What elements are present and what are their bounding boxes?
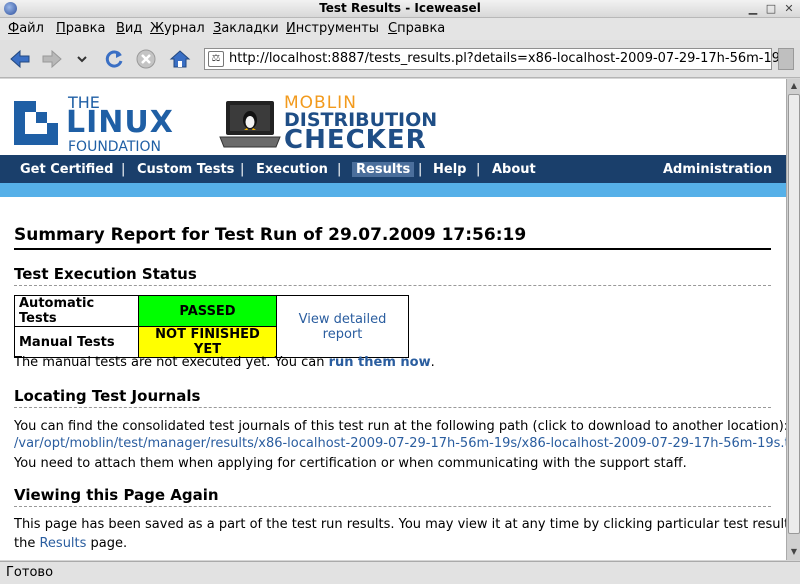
nav-separator: | xyxy=(418,162,423,177)
journals-path-wrap: /var/opt/moblin/test/manager/results/x86… xyxy=(14,436,786,451)
view-detailed-report-link[interactable]: View detailed report xyxy=(299,312,387,342)
forward-arrow-icon[interactable] xyxy=(40,47,64,71)
logo-linux-text: LINUX xyxy=(66,105,174,140)
menu-edit[interactable]: Правка xyxy=(56,21,105,36)
journals-text: You can find the consolidated test journ… xyxy=(14,419,786,434)
product-checker: CHECKER xyxy=(284,125,427,155)
view-again-pre: the xyxy=(14,536,40,551)
site-nav: Get Certified | Custom Tests | Execution… xyxy=(0,155,786,183)
run-them-now-link[interactable]: run them now xyxy=(329,355,431,370)
results-page-link[interactable]: Results xyxy=(39,536,86,551)
section-heading-journals: Locating Test Journals xyxy=(14,387,201,405)
linux-foundation-mark-icon xyxy=(14,101,58,145)
nav-get-certified[interactable]: Get Certified xyxy=(20,162,113,177)
auto-tests-label: Automatic Tests xyxy=(14,295,139,327)
auto-tests-status: PASSED xyxy=(138,295,277,327)
section-divider xyxy=(14,285,771,286)
section-heading-view-again: Viewing this Page Again xyxy=(14,486,219,504)
home-icon[interactable] xyxy=(168,47,192,71)
journals-download-link[interactable]: /var/opt/moblin/test/manager/results/x86… xyxy=(14,436,786,451)
manual-tests-status: NOT FINISHED YET xyxy=(138,326,277,358)
close-icon[interactable]: ✕ xyxy=(782,2,796,16)
laptop-tux-icon xyxy=(219,101,281,148)
address-bar-edge xyxy=(778,48,794,70)
page-viewport: THE LINUX FOUNDATION MOBLIN DISTRIBUTION… xyxy=(0,79,786,560)
url-text[interactable]: http://localhost:8887/tests_results.pl?d… xyxy=(229,51,787,66)
journals-note: You need to attach them when applying fo… xyxy=(14,456,687,471)
detailed-report-cell: View detailed report xyxy=(276,295,409,358)
status-bar: Готово xyxy=(0,561,800,584)
manual-note-text: The manual tests are not executed yet. Y… xyxy=(14,355,329,370)
section-heading-status: Test Execution Status xyxy=(14,265,197,283)
view-again-line2: the Results page. xyxy=(14,536,127,551)
vertical-scrollbar[interactable]: ▲ ▼ xyxy=(786,79,800,560)
section-divider xyxy=(14,407,771,408)
view-again-text: This page has been saved as a part of th… xyxy=(14,517,786,532)
address-bar[interactable]: ⚖ http://localhost:8887/tests_results.pl… xyxy=(204,48,787,70)
logo-foundation-text: FOUNDATION xyxy=(68,139,161,155)
menu-tools[interactable]: Инструменты xyxy=(286,21,379,36)
header-accent-band xyxy=(0,183,786,197)
window-titlebar: Test Results - Iceweasel ▁ □ ✕ xyxy=(0,0,800,18)
minimize-icon[interactable]: ▁ xyxy=(746,2,760,16)
maximize-icon[interactable]: □ xyxy=(764,2,778,16)
nav-separator: | xyxy=(240,162,245,177)
section-divider xyxy=(14,506,771,507)
menu-file[interactable]: Файл xyxy=(8,21,44,36)
back-arrow-icon[interactable] xyxy=(8,47,32,71)
manual-note: The manual tests are not executed yet. Y… xyxy=(14,355,435,370)
menu-help[interactable]: Справка xyxy=(388,21,445,36)
window-title: Test Results - Iceweasel xyxy=(319,1,481,15)
manual-tests-label: Manual Tests xyxy=(14,326,139,358)
navigation-toolbar: ⚖ http://localhost:8887/tests_results.pl… xyxy=(0,40,800,78)
scroll-down-icon[interactable]: ▼ xyxy=(788,545,800,559)
stop-icon[interactable] xyxy=(134,47,158,71)
reload-icon[interactable] xyxy=(102,47,126,71)
status-text: Готово xyxy=(6,565,54,580)
table-row: Automatic Tests PASSED View detailed rep… xyxy=(14,295,409,358)
menu-bookmarks[interactable]: Закладки xyxy=(213,21,279,36)
status-table: Automatic Tests PASSED View detailed rep… xyxy=(14,295,409,358)
linux-foundation-logo[interactable]: THE LINUX FOUNDATION xyxy=(14,93,204,155)
nav-custom-tests[interactable]: Custom Tests xyxy=(137,162,234,177)
menu-history[interactable]: Журнал xyxy=(150,21,205,36)
nav-results[interactable]: Results xyxy=(352,162,415,177)
nav-separator: | xyxy=(121,162,126,177)
title-divider xyxy=(14,248,771,250)
nav-separator: | xyxy=(337,162,342,177)
menu-bar: Файл Правка Вид Журнал Закладки Инструме… xyxy=(0,18,800,40)
history-dropdown-icon[interactable] xyxy=(70,47,94,71)
nav-separator: | xyxy=(476,162,481,177)
view-again-post: page. xyxy=(86,536,128,551)
nav-administration[interactable]: Administration xyxy=(663,162,772,177)
site-identity-icon[interactable]: ⚖ xyxy=(208,51,224,67)
scroll-up-icon[interactable]: ▲ xyxy=(788,79,800,93)
nav-execution[interactable]: Execution xyxy=(256,162,328,177)
page-title: Summary Report for Test Run of 29.07.200… xyxy=(14,225,527,245)
nav-help[interactable]: Help xyxy=(433,162,466,177)
scrollbar-thumb[interactable] xyxy=(788,94,800,534)
manual-note-end: . xyxy=(430,355,435,370)
menu-view[interactable]: Вид xyxy=(116,21,142,36)
nav-about[interactable]: About xyxy=(492,162,536,177)
